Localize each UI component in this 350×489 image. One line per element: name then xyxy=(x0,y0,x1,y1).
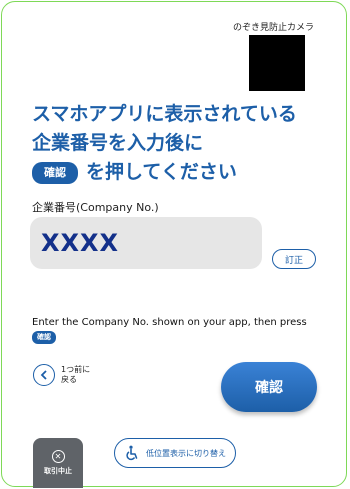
back-label: 1つ前に 戻る xyxy=(61,365,101,385)
heading-line-3: 確認 を押してください xyxy=(32,158,297,187)
camera-label: のぞき見防止カメラ xyxy=(232,23,314,33)
chevron-left-icon xyxy=(33,364,55,386)
cancel-transaction-label: 取引中止 xyxy=(44,467,72,475)
correct-button[interactable]: 訂正 xyxy=(272,249,316,269)
company-number-label: 企業番号(Company No.) xyxy=(32,201,159,214)
english-confirm-chip: 確認 xyxy=(32,331,56,344)
privacy-camera xyxy=(249,35,305,91)
heading-line-2: 企業番号を入力後に xyxy=(32,132,204,154)
heading-line-1: スマホアプリに表示されている xyxy=(32,103,297,125)
wheelchair-icon xyxy=(126,445,138,461)
english-instruction: Enter the Company No. shown on your app,… xyxy=(32,317,307,328)
close-icon: ✕ xyxy=(51,450,65,463)
heading-line-3-text: を押してください xyxy=(86,161,237,183)
low-position-toggle-button[interactable]: 低位置表示に切り替え xyxy=(114,438,236,468)
company-number-field[interactable]: XXXX xyxy=(30,217,262,269)
confirm-button[interactable]: 確認 xyxy=(221,362,317,412)
heading-confirm-chip: 確認 xyxy=(32,161,78,184)
company-number-value: XXXX xyxy=(41,229,120,257)
back-label-line-2: 戻る xyxy=(61,375,77,384)
back-label-line-1: 1つ前に xyxy=(61,365,91,374)
cancel-transaction-button[interactable]: ✕ 取引中止 xyxy=(33,438,83,488)
low-position-label: 低位置表示に切り替え xyxy=(146,448,226,458)
instruction-heading: スマホアプリに表示されている 企業番号を入力後に 確認 を押してください xyxy=(32,100,297,187)
back-button[interactable]: 1つ前に 戻る xyxy=(33,364,101,386)
